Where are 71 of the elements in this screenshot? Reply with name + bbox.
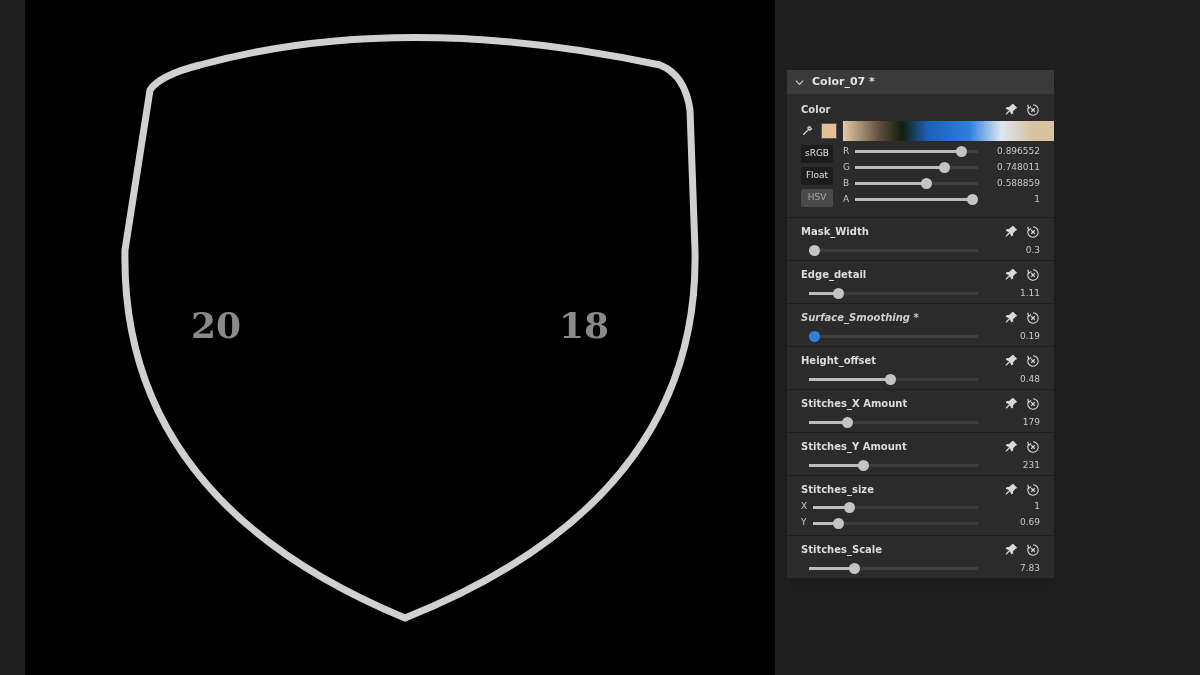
panel-title: Color_07 * — [812, 73, 875, 90]
value-readout: 0.588859 — [996, 176, 1040, 190]
number-label: 18 — [559, 303, 610, 348]
pin-icon[interactable] — [1005, 543, 1018, 556]
color-mode-button[interactable]: HSV — [801, 189, 833, 207]
3d-viewport[interactable]: 20 18 — [25, 0, 775, 675]
slider-thumb[interactable] — [921, 178, 933, 189]
value-readout: 0.19 — [1018, 330, 1040, 343]
pin-icon[interactable] — [1005, 440, 1018, 453]
parameter-label: Surface_Smoothing * — [801, 311, 919, 325]
slider-thumb[interactable] — [848, 563, 860, 575]
color-gradient-preview[interactable] — [843, 121, 1054, 141]
channel-label: A — [843, 192, 849, 206]
value-readout: 1.11 — [1018, 287, 1040, 300]
value-readout: 1 — [1033, 500, 1040, 514]
slider-thumb[interactable] — [939, 162, 950, 173]
eyedropper-icon[interactable] — [801, 125, 813, 137]
pin-icon[interactable] — [1005, 103, 1018, 116]
parameter-label: Stitches_Scale — [801, 543, 883, 557]
parameter-label: Stitches_size — [801, 483, 874, 497]
chevron-icon[interactable] — [795, 77, 804, 87]
parameter-label: Height_offset — [801, 354, 877, 368]
parameter-label: Edge_detail — [801, 268, 867, 282]
reset-icon[interactable] — [1026, 310, 1040, 325]
value-readout: 0.69 — [1018, 516, 1040, 530]
reset-icon[interactable] — [1026, 439, 1040, 454]
slider-thumb[interactable] — [857, 460, 869, 472]
color-mode-button[interactable]: sRGB — [801, 145, 833, 163]
slider-thumb[interactable] — [809, 245, 820, 257]
axis-label: X — [801, 500, 807, 514]
slider-thumb[interactable] — [843, 501, 855, 513]
parameter-label: Stitches_Y Amount — [801, 440, 907, 454]
channel-label: G — [843, 160, 849, 174]
number-label: 20 — [191, 303, 242, 348]
slider-thumb[interactable] — [884, 374, 896, 386]
slider-thumb[interactable] — [842, 417, 854, 429]
value-readout: 179 — [1021, 416, 1040, 429]
color-swatch[interactable] — [821, 123, 837, 139]
value-readout: 0.896552 — [996, 144, 1040, 158]
slider-thumb[interactable] — [955, 146, 967, 157]
channel-label: R — [843, 144, 849, 158]
reset-icon[interactable] — [1026, 353, 1040, 368]
axis-label: Y — [801, 516, 807, 530]
value-readout: 0.48 — [1018, 373, 1040, 386]
slider-thumb[interactable] — [809, 331, 820, 343]
parameter-label: Mask_Width — [801, 225, 869, 239]
reset-icon[interactable] — [1026, 396, 1040, 411]
reset-icon[interactable] — [1026, 267, 1040, 282]
pin-icon[interactable] — [1005, 311, 1018, 324]
reset-icon[interactable] — [1026, 482, 1040, 497]
parameter-label: Stitches_X Amount — [801, 397, 908, 411]
panel-header[interactable]: Color_07 * — [787, 70, 1054, 94]
reset-icon[interactable] — [1026, 102, 1040, 117]
value-readout: 231 — [1021, 459, 1040, 472]
pin-icon[interactable] — [1005, 354, 1018, 367]
slider-thumb[interactable] — [967, 194, 978, 205]
value-readout: 7.83 — [1018, 562, 1040, 575]
parameter-label: Color — [801, 103, 831, 117]
pin-icon[interactable] — [1005, 268, 1018, 281]
reset-icon[interactable] — [1026, 542, 1040, 557]
value-readout: 0.748011 — [996, 160, 1040, 174]
slider-thumb[interactable] — [833, 517, 844, 529]
value-readout: 1 — [1033, 192, 1040, 206]
pin-icon[interactable] — [1005, 225, 1018, 238]
reset-icon[interactable] — [1026, 224, 1040, 239]
color-mode-button[interactable]: Float — [801, 167, 833, 185]
value-readout: 0.3 — [1024, 244, 1040, 257]
pin-icon[interactable] — [1005, 483, 1018, 496]
slider-thumb[interactable] — [832, 288, 844, 300]
channel-label: B — [843, 176, 849, 190]
pin-icon[interactable] — [1005, 397, 1018, 410]
